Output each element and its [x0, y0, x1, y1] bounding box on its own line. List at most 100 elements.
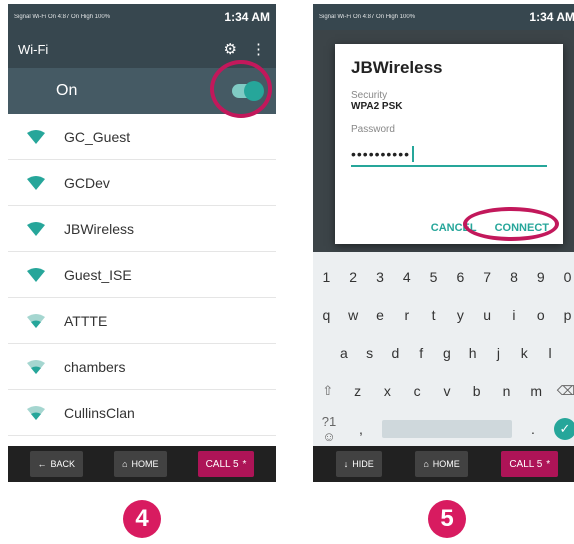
password-field[interactable]: •••••••••• — [351, 143, 547, 167]
key[interactable]: 1 — [315, 269, 337, 285]
security-value: WPA2 PSK — [351, 101, 403, 112]
network-item[interactable]: Guest_ISE — [8, 252, 276, 298]
space-bar[interactable] — [382, 420, 512, 438]
key[interactable]: p — [557, 307, 574, 323]
keyboard-row-zxcv: ⇧ z x c v b n m ⌫ — [313, 372, 574, 410]
comma-key[interactable]: , — [350, 421, 372, 437]
star-icon: * — [546, 458, 551, 470]
home-button[interactable]: ⌂ HOME — [415, 451, 468, 477]
keyboard-row-bottom: ?1☺ , . ✓ — [313, 410, 574, 448]
key[interactable]: l — [539, 345, 561, 361]
key[interactable]: h — [462, 345, 484, 361]
period-key[interactable]: . — [522, 421, 544, 437]
gear-icon[interactable]: ⚙ — [224, 40, 237, 58]
overflow-menu-icon[interactable]: ⋮ — [251, 40, 266, 58]
key[interactable]: 9 — [530, 269, 552, 285]
key[interactable]: d — [384, 345, 406, 361]
key[interactable]: 7 — [476, 269, 498, 285]
key[interactable]: n — [495, 383, 517, 399]
security-label: Security — [351, 90, 388, 101]
key[interactable]: s — [359, 345, 381, 361]
down-arrow-icon: ↓ — [343, 459, 349, 469]
home-label: HOME — [131, 459, 159, 469]
text-caret — [412, 146, 415, 162]
key[interactable]: c — [406, 383, 428, 399]
back-arrow-icon: ← — [37, 459, 47, 469]
key[interactable]: f — [410, 345, 432, 361]
soft-keyboard: 1 2 3 4 5 6 7 8 9 0 q w e r t y u i o p … — [313, 252, 574, 446]
status-bar: Signal Wi-Fi On 4:87 On High 100% 1:34 A… — [313, 4, 574, 30]
key[interactable]: 4 — [396, 269, 418, 285]
key[interactable]: b — [466, 383, 488, 399]
network-item[interactable]: GCDev — [8, 160, 276, 206]
keyboard-row-asdf: a s d f g h j k l — [313, 334, 574, 372]
dialog-title: JBWireless — [351, 58, 443, 77]
symbols-key[interactable]: ?1☺ — [318, 414, 340, 444]
key[interactable]: 0 — [557, 269, 574, 285]
password-label: Password — [351, 124, 395, 135]
shift-icon[interactable]: ⇧ — [317, 383, 339, 399]
wifi-toggle-label: On — [56, 82, 78, 99]
keyboard-row-numbers: 1 2 3 4 5 6 7 8 9 0 — [313, 258, 574, 296]
key[interactable]: 6 — [449, 269, 471, 285]
wifi-signal-icon — [8, 313, 64, 328]
network-item[interactable]: GC_Guest — [8, 114, 276, 160]
key[interactable]: u — [476, 307, 498, 323]
wifi-signal-icon — [8, 129, 64, 144]
back-button[interactable]: ← BACK — [29, 451, 84, 477]
key[interactable]: k — [513, 345, 535, 361]
key[interactable]: g — [436, 345, 458, 361]
step-number-badge: 5 — [428, 500, 466, 538]
key[interactable]: i — [503, 307, 525, 323]
page-title: Wi-Fi — [18, 41, 49, 57]
key[interactable]: y — [449, 307, 471, 323]
key[interactable]: j — [487, 345, 509, 361]
call-label: CALL 5 — [509, 458, 543, 470]
key[interactable]: w — [342, 307, 364, 323]
network-name: chambers — [64, 358, 126, 375]
key[interactable]: 5 — [423, 269, 445, 285]
bottom-nav-bar: ↓ HIDE ⌂ HOME CALL 5 * — [313, 446, 574, 482]
status-bar: Signal Wi-Fi On 4:87 On High 100% 1:34 A… — [8, 4, 276, 30]
status-time: 1:34 AM — [529, 10, 574, 24]
network-item[interactable]: JBWireless — [8, 206, 276, 252]
backspace-icon[interactable]: ⌫ — [555, 383, 574, 399]
enter-check-icon[interactable]: ✓ — [554, 418, 574, 440]
key[interactable]: e — [369, 307, 391, 323]
key[interactable]: t — [423, 307, 445, 323]
key[interactable]: r — [396, 307, 418, 323]
key[interactable]: x — [376, 383, 398, 399]
home-button[interactable]: ⌂ HOME — [114, 451, 167, 477]
key[interactable]: o — [530, 307, 552, 323]
back-label: BACK — [50, 459, 76, 469]
key[interactable]: 8 — [503, 269, 525, 285]
status-indicators: Signal Wi-Fi On 4:87 On High 100% — [319, 14, 416, 20]
network-name: JBWireless — [64, 220, 135, 237]
wifi-signal-icon — [8, 359, 64, 374]
key[interactable]: a — [333, 345, 355, 361]
call-button[interactable]: CALL 5 * — [501, 451, 559, 477]
key[interactable]: 3 — [369, 269, 391, 285]
key[interactable]: m — [525, 383, 547, 399]
keyboard-row-qwerty: q w e r t y u i o p — [313, 296, 574, 334]
key[interactable]: z — [347, 383, 369, 399]
key[interactable]: v — [436, 383, 458, 399]
wifi-signal-icon — [8, 405, 64, 420]
network-item[interactable]: chambers — [8, 344, 276, 390]
network-name: Guest_ISE — [64, 266, 132, 283]
network-item[interactable]: ATTTE — [8, 298, 276, 344]
highlight-ring — [210, 60, 272, 118]
network-name: GC_Guest — [64, 128, 131, 145]
key[interactable]: 2 — [342, 269, 364, 285]
hide-keyboard-button[interactable]: ↓ HIDE — [335, 451, 382, 477]
call-button[interactable]: CALL 5 * — [197, 451, 255, 477]
network-item[interactable]: CullinsClan — [8, 390, 276, 436]
network-name: GCDev — [64, 174, 110, 191]
hide-label: HIDE — [352, 459, 374, 469]
key[interactable]: q — [315, 307, 337, 323]
step-number-badge: 4 — [123, 500, 161, 538]
wifi-signal-icon — [8, 221, 64, 236]
call-label: CALL 5 — [205, 458, 239, 470]
bottom-nav-bar: ← BACK ⌂ HOME CALL 5 * — [8, 446, 276, 482]
wifi-signal-icon — [8, 175, 64, 190]
